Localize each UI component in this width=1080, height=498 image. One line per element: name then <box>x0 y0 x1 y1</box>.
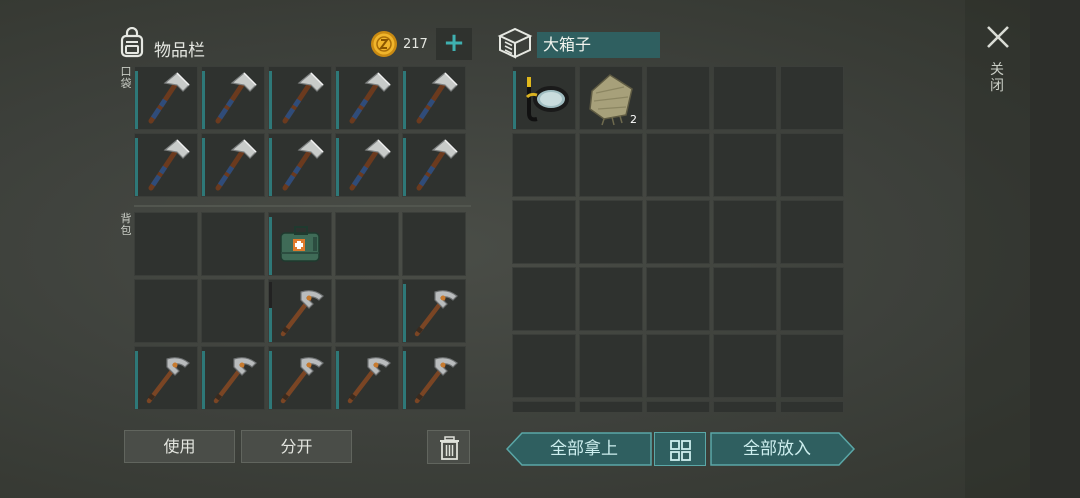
close-icon[interactable] <box>983 22 1013 52</box>
section-divider <box>134 205 471 207</box>
container-slot[interactable]: 2 <box>579 66 643 130</box>
pocket-slot[interactable] <box>402 66 466 130</box>
container-slot[interactable] <box>713 66 777 130</box>
close-label[interactable]: 关闭 <box>989 62 1005 94</box>
backpack-slot[interactable] <box>335 279 399 343</box>
use-button[interactable]: 使用 <box>124 430 235 463</box>
container-slot[interactable] <box>713 401 777 412</box>
container-slot[interactable] <box>780 334 844 398</box>
trash-icon <box>440 436 459 460</box>
inventory-title: 物品栏 <box>154 41 205 61</box>
container-slot[interactable] <box>646 200 710 264</box>
container-slot[interactable] <box>780 200 844 264</box>
container-slot[interactable] <box>512 133 576 197</box>
container-slot[interactable] <box>579 334 643 398</box>
grid-sort-icon <box>670 440 691 461</box>
add-coins-button[interactable]: + <box>436 28 472 60</box>
container-slot[interactable] <box>512 200 576 264</box>
container-slot[interactable] <box>646 133 710 197</box>
pocket-slot[interactable] <box>268 66 332 130</box>
backpack-slot[interactable] <box>335 346 399 410</box>
pocket-label: 口袋 <box>120 65 132 90</box>
backpack-slot[interactable] <box>335 212 399 276</box>
container-slot[interactable] <box>512 334 576 398</box>
container-slot[interactable] <box>713 334 777 398</box>
pocket-slot[interactable] <box>201 133 265 197</box>
pocket-slot[interactable] <box>402 133 466 197</box>
backpack-slot[interactable] <box>402 346 466 410</box>
pocket-grid <box>134 66 466 197</box>
container-slot[interactable] <box>579 133 643 197</box>
container-slot[interactable] <box>780 133 844 197</box>
container-grid-viewport[interactable]: 2 <box>512 66 850 412</box>
container-slot[interactable] <box>579 200 643 264</box>
backpack-slot[interactable] <box>268 346 332 410</box>
split-button[interactable]: 分开 <box>241 430 352 463</box>
pocket-slot[interactable] <box>134 133 198 197</box>
coin-icon <box>371 31 397 57</box>
pocket-slot[interactable] <box>134 66 198 130</box>
backpack-slot[interactable] <box>402 279 466 343</box>
backpack-slot[interactable] <box>134 346 198 410</box>
coin-count: 217 <box>403 37 428 52</box>
backpack-slot[interactable] <box>268 212 332 276</box>
right-edge-strip <box>1030 0 1080 498</box>
trash-button[interactable] <box>427 430 470 464</box>
container-slot[interactable] <box>780 66 844 130</box>
container-slot[interactable] <box>512 401 576 412</box>
container-slot[interactable] <box>780 401 844 412</box>
container-grid: 2 <box>512 66 850 412</box>
container-slot[interactable] <box>646 401 710 412</box>
pocket-slot[interactable] <box>335 133 399 197</box>
container-name: 大箱子 <box>537 32 660 58</box>
backpack-slot[interactable] <box>402 212 466 276</box>
put-all-button[interactable]: 全部放入 <box>712 432 842 466</box>
container-slot[interactable] <box>713 267 777 331</box>
pocket-slot[interactable] <box>268 133 332 197</box>
container-slot[interactable] <box>713 133 777 197</box>
container-slot[interactable] <box>646 66 710 130</box>
backpack-grid <box>134 212 466 410</box>
container-slot[interactable] <box>780 267 844 331</box>
container-slot[interactable] <box>646 267 710 331</box>
backpack-icon <box>120 27 144 58</box>
container-slot[interactable] <box>512 267 576 331</box>
storage-box-icon <box>497 27 533 59</box>
backpack-slot[interactable] <box>201 212 265 276</box>
item-quantity: 2 <box>630 113 637 126</box>
backpack-label: 背包 <box>120 212 132 237</box>
container-slot[interactable] <box>512 66 576 130</box>
container-slot[interactable] <box>579 401 643 412</box>
container-slot[interactable] <box>646 334 710 398</box>
pocket-slot[interactable] <box>335 66 399 130</box>
backpack-slot[interactable] <box>268 279 332 343</box>
container-slot[interactable] <box>579 267 643 331</box>
backpack-slot[interactable] <box>134 279 198 343</box>
container-slot[interactable] <box>713 200 777 264</box>
backpack-slot[interactable] <box>201 279 265 343</box>
backpack-slot[interactable] <box>201 346 265 410</box>
sort-button[interactable] <box>654 432 706 466</box>
backpack-slot[interactable] <box>134 212 198 276</box>
pocket-slot[interactable] <box>201 66 265 130</box>
take-all-button[interactable]: 全部拿上 <box>518 432 650 466</box>
